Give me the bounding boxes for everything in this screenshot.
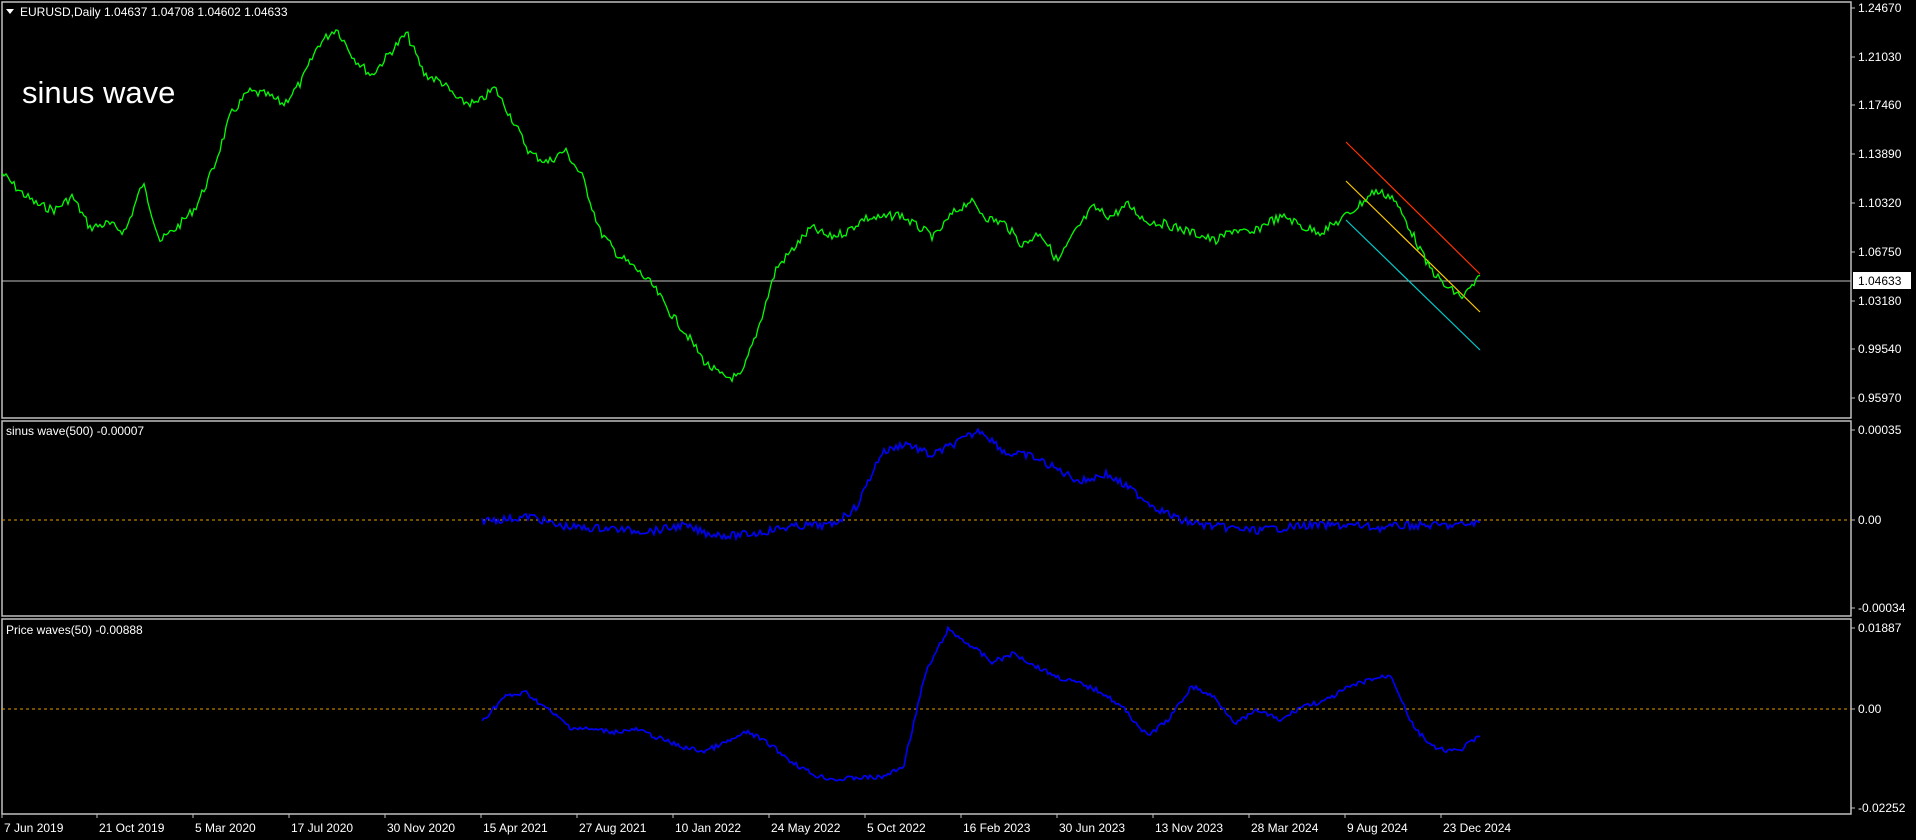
time-tick-label: 24 May 2022	[771, 821, 841, 835]
time-tick-label: 7 Jun 2019	[4, 821, 64, 835]
time-tick-label: 30 Nov 2020	[387, 821, 455, 835]
current-price-label: 1.04633	[1858, 274, 1902, 288]
time-tick-label: 15 Apr 2021	[483, 821, 548, 835]
price-tick-label: 1.10320	[1858, 196, 1902, 210]
time-tick-label: 17 Jul 2020	[291, 821, 353, 835]
time-tick-label: 28 Mar 2024	[1251, 821, 1319, 835]
time-tick-label: 9 Aug 2024	[1347, 821, 1408, 835]
time-tick-label: 16 Feb 2023	[963, 821, 1031, 835]
price-tick-label: 1.21030	[1858, 50, 1902, 64]
price-tick-label: 1.17460	[1858, 98, 1902, 112]
time-tick-label: 23 Dec 2024	[1443, 821, 1511, 835]
price-tick-label: 0.99540	[1858, 342, 1902, 356]
time-tick-label: 13 Nov 2023	[1155, 821, 1223, 835]
chart-window[interactable]: EURUSD,Daily 1.04637 1.04708 1.04602 1.0…	[0, 0, 1916, 840]
indicator-tick-label: 0.00	[1858, 513, 1882, 527]
indicator-tick-label: -0.02252	[1858, 801, 1906, 815]
indicator-tick-label: 0.00035	[1858, 423, 1902, 437]
time-tick-label: 5 Mar 2020	[195, 821, 256, 835]
price-tick-label: 1.03180	[1858, 294, 1902, 308]
chart-background	[0, 0, 1916, 840]
indicator-tick-label: 0.00	[1858, 702, 1882, 716]
time-tick-label: 10 Jan 2022	[675, 821, 741, 835]
time-tick-label: 21 Oct 2019	[99, 821, 165, 835]
price-tick-label: 1.24670	[1858, 1, 1902, 15]
price-tick-label: 1.06750	[1858, 245, 1902, 259]
price-axis: 1.24670 1.21030 1.17460 1.13890 1.10320 1.067…	[1851, 1, 1902, 405]
symbol-label: EURUSD,Daily 1.04637 1.04708 1.04602 1.0…	[20, 5, 288, 19]
indicator-tick-label: 0.01887	[1858, 621, 1902, 635]
indicator-tick-label: -0.00034	[1858, 601, 1906, 615]
indicator-2-label: Price waves(50) -0.00888	[6, 623, 143, 637]
time-tick-label: 27 Aug 2021	[579, 821, 647, 835]
time-tick-label: 5 Oct 2022	[867, 821, 926, 835]
time-tick-label: 30 Jun 2023	[1059, 821, 1125, 835]
price-tick-label: 1.13890	[1858, 147, 1902, 161]
indicator-1-label: sinus wave(500) -0.00007	[6, 424, 144, 438]
overlay-text: sinus wave	[22, 75, 175, 110]
price-tick-label: 0.95970	[1858, 391, 1902, 405]
